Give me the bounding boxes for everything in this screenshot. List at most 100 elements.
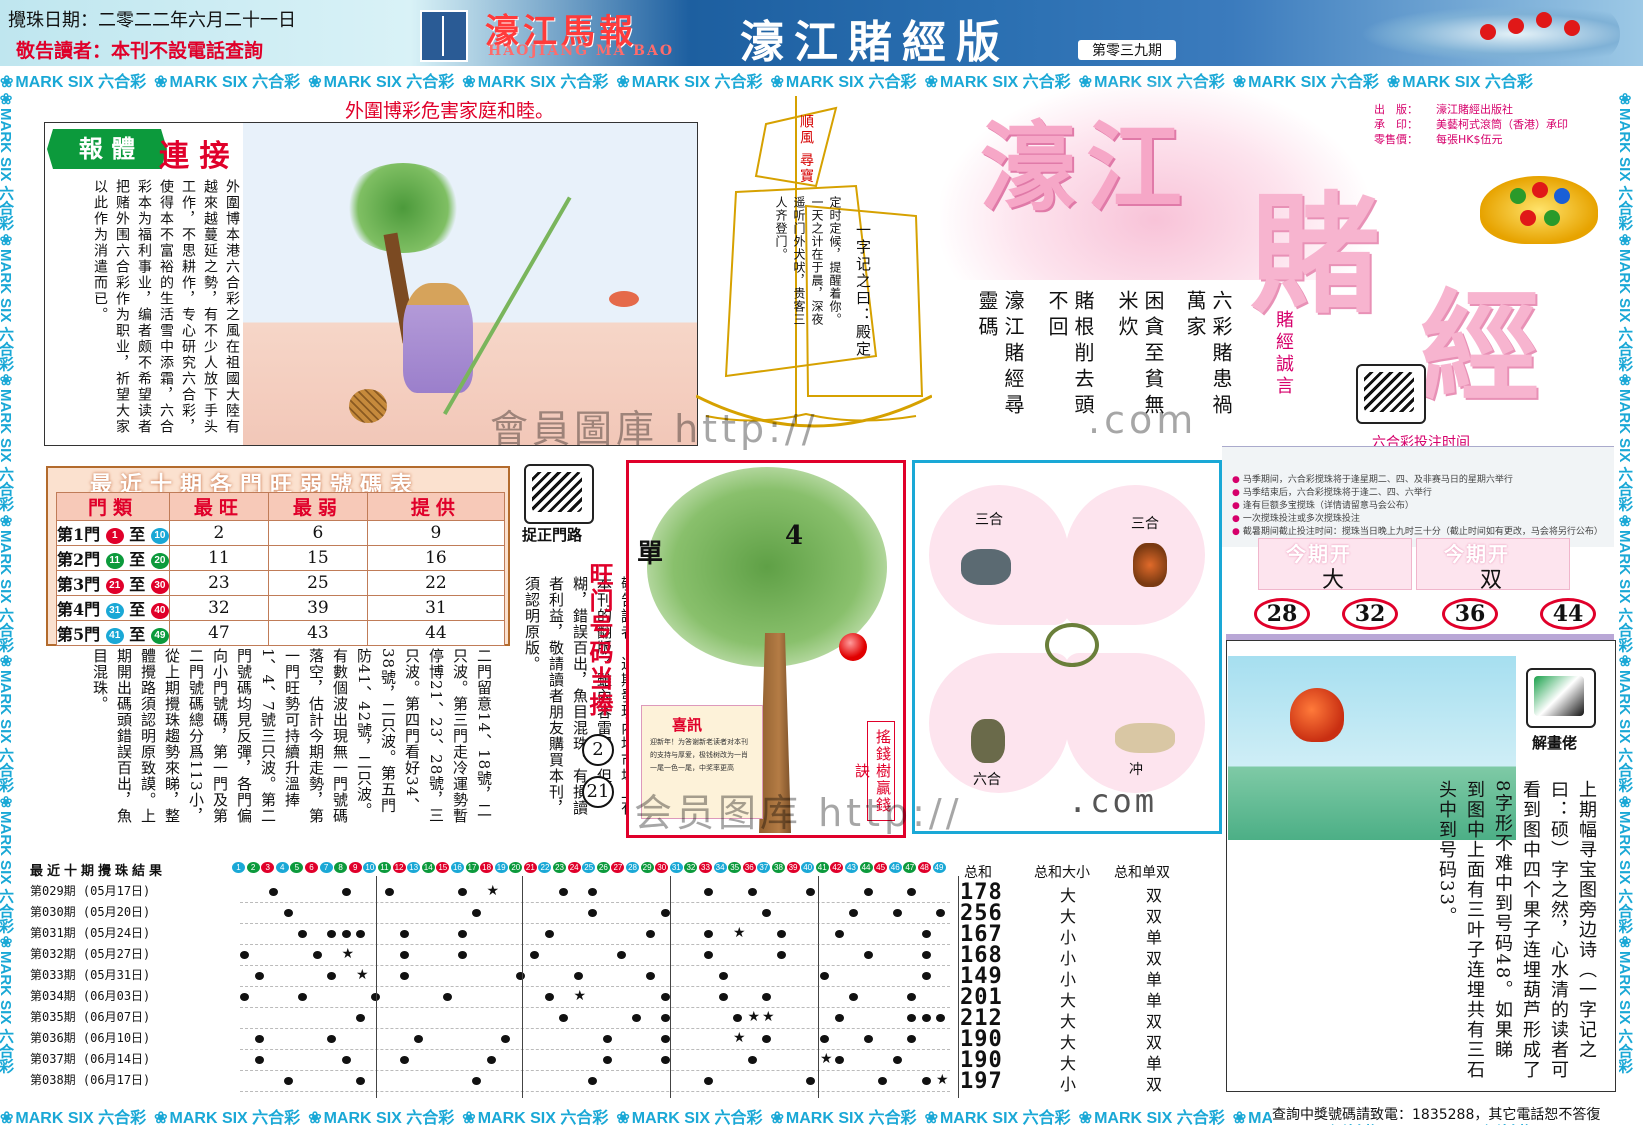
- draw-dot: [878, 1077, 887, 1085]
- cold-cell: 15: [267, 545, 368, 571]
- draw-sum: 197: [960, 1069, 1003, 1094]
- draw-dot: [370, 993, 380, 1001]
- draw-issue: 第036期: [30, 1031, 76, 1045]
- cold-cell: 6: [267, 520, 368, 546]
- number-ball: 15: [436, 862, 450, 873]
- good-news-title: 喜訊: [672, 716, 703, 734]
- apple-icon: [839, 633, 867, 661]
- draw-dot: [834, 930, 844, 938]
- draw-dot: [312, 951, 322, 959]
- border-mark-six-label: ❀MARK SIX 六合彩: [1619, 933, 1635, 1074]
- number-ball: 6: [304, 862, 318, 873]
- draw-dot: [660, 909, 670, 917]
- column-header: 提供: [366, 492, 505, 521]
- draw-dot: [283, 909, 293, 917]
- border-mark-six-label: ❀MARK SIX 六合彩: [1619, 512, 1635, 653]
- number-ball: 12: [392, 862, 406, 873]
- headline: 外圍博彩危害家庭和睦。: [345, 100, 555, 122]
- draw-dot: [588, 1077, 597, 1085]
- draw-dot: [356, 1014, 365, 1022]
- draw-dot: [472, 1077, 481, 1085]
- draw-dot: [805, 1077, 815, 1085]
- number-ball: 28: [626, 862, 640, 873]
- report-badge: 報 體: [47, 129, 167, 169]
- flower-icon: ❀: [1619, 511, 1633, 530]
- border-right: ❀MARK SIX 六合彩❀MARK SIX 六合彩❀MARK SIX 六合彩❀…: [1619, 90, 1643, 1104]
- newspaper-page: 攪珠日期：二零二二年六月二十一日 敬告讀者：本刊不設電話查詢 濠江馬報 HAOJ…: [0, 0, 1643, 1127]
- number-ball: 48: [917, 862, 931, 873]
- number-ball: 41: [815, 862, 829, 873]
- flower-icon: ❀: [616, 74, 630, 90]
- draw-date: (06月17日): [82, 1073, 151, 1087]
- table-row: 第3門 21 至 30 23 25 22: [56, 570, 505, 596]
- border-mark-six-label: ❀MARK SIX 六合彩: [0, 74, 147, 90]
- publisher-line: 出 版： 濠江賭經出版社: [1374, 103, 1513, 116]
- draw-dot: [327, 930, 336, 938]
- draw-dot: [414, 1035, 423, 1043]
- solver-label: 解畫佬: [1532, 732, 1578, 753]
- money-tree-panel: 單 4 迎新年！为答谢新老读者对本刊的支持与厚爱，极钱树改为一肖一尾一色一尾，中…: [626, 460, 906, 838]
- column-divider: [376, 876, 377, 1098]
- draw-dot: [849, 993, 858, 1001]
- draw-date: 攪珠日期：二零二二年六月二十一日: [8, 10, 296, 31]
- table-row: 第036期 (06月10日): [30, 1029, 150, 1049]
- number-ball: 9: [348, 862, 362, 873]
- hot-cell: 47: [168, 620, 269, 646]
- draw-results-title: 最近十期攪珠結果: [30, 864, 167, 879]
- dot-area: ★: [240, 945, 950, 966]
- draw-dot: [776, 930, 786, 938]
- printer-line: 承 印： 美藝柯式滾筒（香港）承印: [1374, 118, 1568, 131]
- rooster-illustration: [1290, 688, 1344, 742]
- fishing-cartoon: [243, 123, 697, 445]
- star-icon: ★: [341, 946, 355, 962]
- draw-issue: 第030期: [30, 905, 76, 919]
- draw-dot: [399, 972, 409, 980]
- hot-pick: 2: [582, 734, 614, 766]
- gate-cell: 第1門 1 至 10: [56, 520, 170, 546]
- draw-dot: [907, 1035, 916, 1043]
- number-ball: 34: [713, 862, 727, 873]
- border-mark-six-label: ❀MARK SIX 六合彩: [616, 74, 763, 90]
- hand-pointer-icon: [1356, 364, 1426, 424]
- dot-area: ★: [240, 987, 950, 1008]
- tree-single-label: 單: [637, 539, 664, 569]
- draw-dot: [399, 1056, 409, 1064]
- flower-icon: ❀: [0, 230, 14, 249]
- border-mark-six-label: ❀MARK SIX 六合彩: [462, 74, 609, 90]
- fish-illustration: [609, 291, 639, 307]
- draw-dot: [588, 909, 597, 917]
- masthead: 攪珠日期：二零二二年六月二十一日 敬告讀者：本刊不設電話查詢 濠江馬報 HAOJ…: [0, 0, 1643, 68]
- gem-icon: [1544, 210, 1560, 226]
- border-mark-six-label: ❀MARK SIX 六合彩: [308, 1110, 455, 1126]
- zodiac-label: 冲: [1129, 762, 1143, 778]
- riddle-answer: 上期幅寻宝图旁边诗（一字记之曰：硕）字之然，心水清的读者可看到图中四个果子连埋葫…: [1436, 780, 1597, 1080]
- big-logo-haojiang: 濠江: [980, 111, 1192, 224]
- publisher-info: 出 版： 濠江賭經出版社 承 印： 美藝柯式滾筒（香港）承印 零售價： 每張HK$伍元: [1374, 102, 1568, 147]
- flower-icon: ❀: [0, 74, 14, 90]
- draw-dot: [863, 1035, 873, 1043]
- gem-icon: [1520, 210, 1536, 226]
- table-row: 第033期 (05月31日): [30, 966, 150, 986]
- draw-dot: [327, 972, 336, 980]
- number-ball: 4: [275, 862, 289, 873]
- flower-icon: ❀: [1386, 74, 1401, 90]
- tree-number: 4: [785, 521, 804, 551]
- border-left: ❀MARK SIX 六合彩❀MARK SIX 六合彩❀MARK SIX 六合彩❀…: [0, 90, 24, 1104]
- draw-dot: [820, 1035, 829, 1043]
- hand-pointer-icon: [524, 464, 594, 524]
- flower-icon: ❀: [770, 74, 784, 90]
- hot-number: 28: [1254, 598, 1310, 630]
- draw-dot: [704, 1077, 713, 1085]
- number-ball: 7: [319, 862, 333, 873]
- draw-dot: [907, 1014, 916, 1022]
- draw-dot: [849, 909, 858, 917]
- hand-pointer-icon: [1526, 668, 1596, 728]
- lottery-time-line: 马季期间，六合彩搅珠将于逢星期二、四、及非赛马日的星期六举行: [1232, 472, 1513, 485]
- gem-icon: [1532, 182, 1548, 198]
- star-icon: ★: [733, 1030, 746, 1046]
- dot-area: ★: [240, 1050, 950, 1071]
- tip-cell: 44: [366, 620, 505, 646]
- draw-dot: [515, 972, 525, 980]
- number-ball: 42: [830, 862, 844, 873]
- tree-side-label: 搖錢樹贏錢訣: [853, 721, 895, 821]
